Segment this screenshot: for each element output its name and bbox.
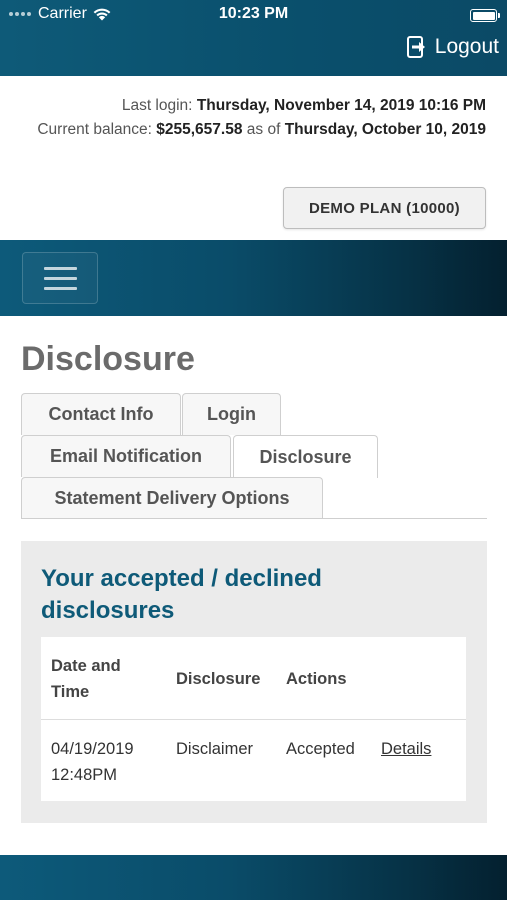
column-header-date-time: Date and Time <box>51 657 121 701</box>
row-status: Accepted <box>286 740 355 758</box>
column-header-disclosure: Disclosure <box>176 670 261 688</box>
battery-icon <box>470 9 500 22</box>
status-bar: Carrier 10:23 PM <box>0 4 507 26</box>
as-of-label: as of <box>246 121 281 138</box>
tab-contact-info[interactable]: Contact Info <box>21 393 181 435</box>
tab-statement-delivery-options[interactable]: Statement Delivery Options <box>21 477 323 519</box>
menu-toggle-button[interactable] <box>22 252 98 304</box>
balance-label: Current balance: <box>37 121 152 138</box>
disclosures-heading: Your accepted / declined disclosures <box>41 565 322 624</box>
tab-login[interactable]: Login <box>182 393 281 435</box>
tab-email-notification[interactable]: Email Notification <box>21 435 231 477</box>
as-of-value: Thursday, October 10, 2019 <box>284 121 486 138</box>
last-login-label: Last login: <box>121 97 193 114</box>
row-disclosure: Disclaimer <box>176 740 254 758</box>
status-time: 10:23 PM <box>218 5 289 22</box>
logout-button[interactable]: Logout <box>406 35 499 59</box>
last-login-line: Last login: Thursday, November 14, 2019 … <box>16 94 486 118</box>
tab-divider <box>21 518 487 519</box>
last-login-value: Thursday, November 14, 2019 10:16 PM <box>196 97 486 114</box>
tab-disclosure[interactable]: Disclosure <box>233 435 378 478</box>
app-header: Carrier 10:23 PM Logout <box>0 0 507 76</box>
plan-selector-button[interactable]: DEMO PLAN (10000) <box>283 187 486 229</box>
page-title: Disclosure <box>21 340 195 378</box>
table-row-divider <box>41 719 466 720</box>
footer-bar <box>0 855 507 900</box>
row-date: 04/19/2019 <box>51 740 134 758</box>
disclosures-panel: Your accepted / declined disclosures Dat… <box>21 541 487 823</box>
balance-line: Current balance: $255,657.58 as of Thurs… <box>16 118 486 142</box>
account-summary: Last login: Thursday, November 14, 2019 … <box>16 94 486 142</box>
balance-value: $255,657.58 <box>156 121 243 138</box>
logout-icon <box>406 36 425 58</box>
logout-label: Logout <box>434 35 499 58</box>
nav-bar <box>0 240 507 316</box>
details-link[interactable]: Details <box>381 736 431 762</box>
disclosures-table: Date and Time Disclosure Actions 04/19/2… <box>41 637 466 801</box>
row-time: 12:48PM <box>51 766 118 784</box>
column-header-actions: Actions <box>286 670 347 688</box>
